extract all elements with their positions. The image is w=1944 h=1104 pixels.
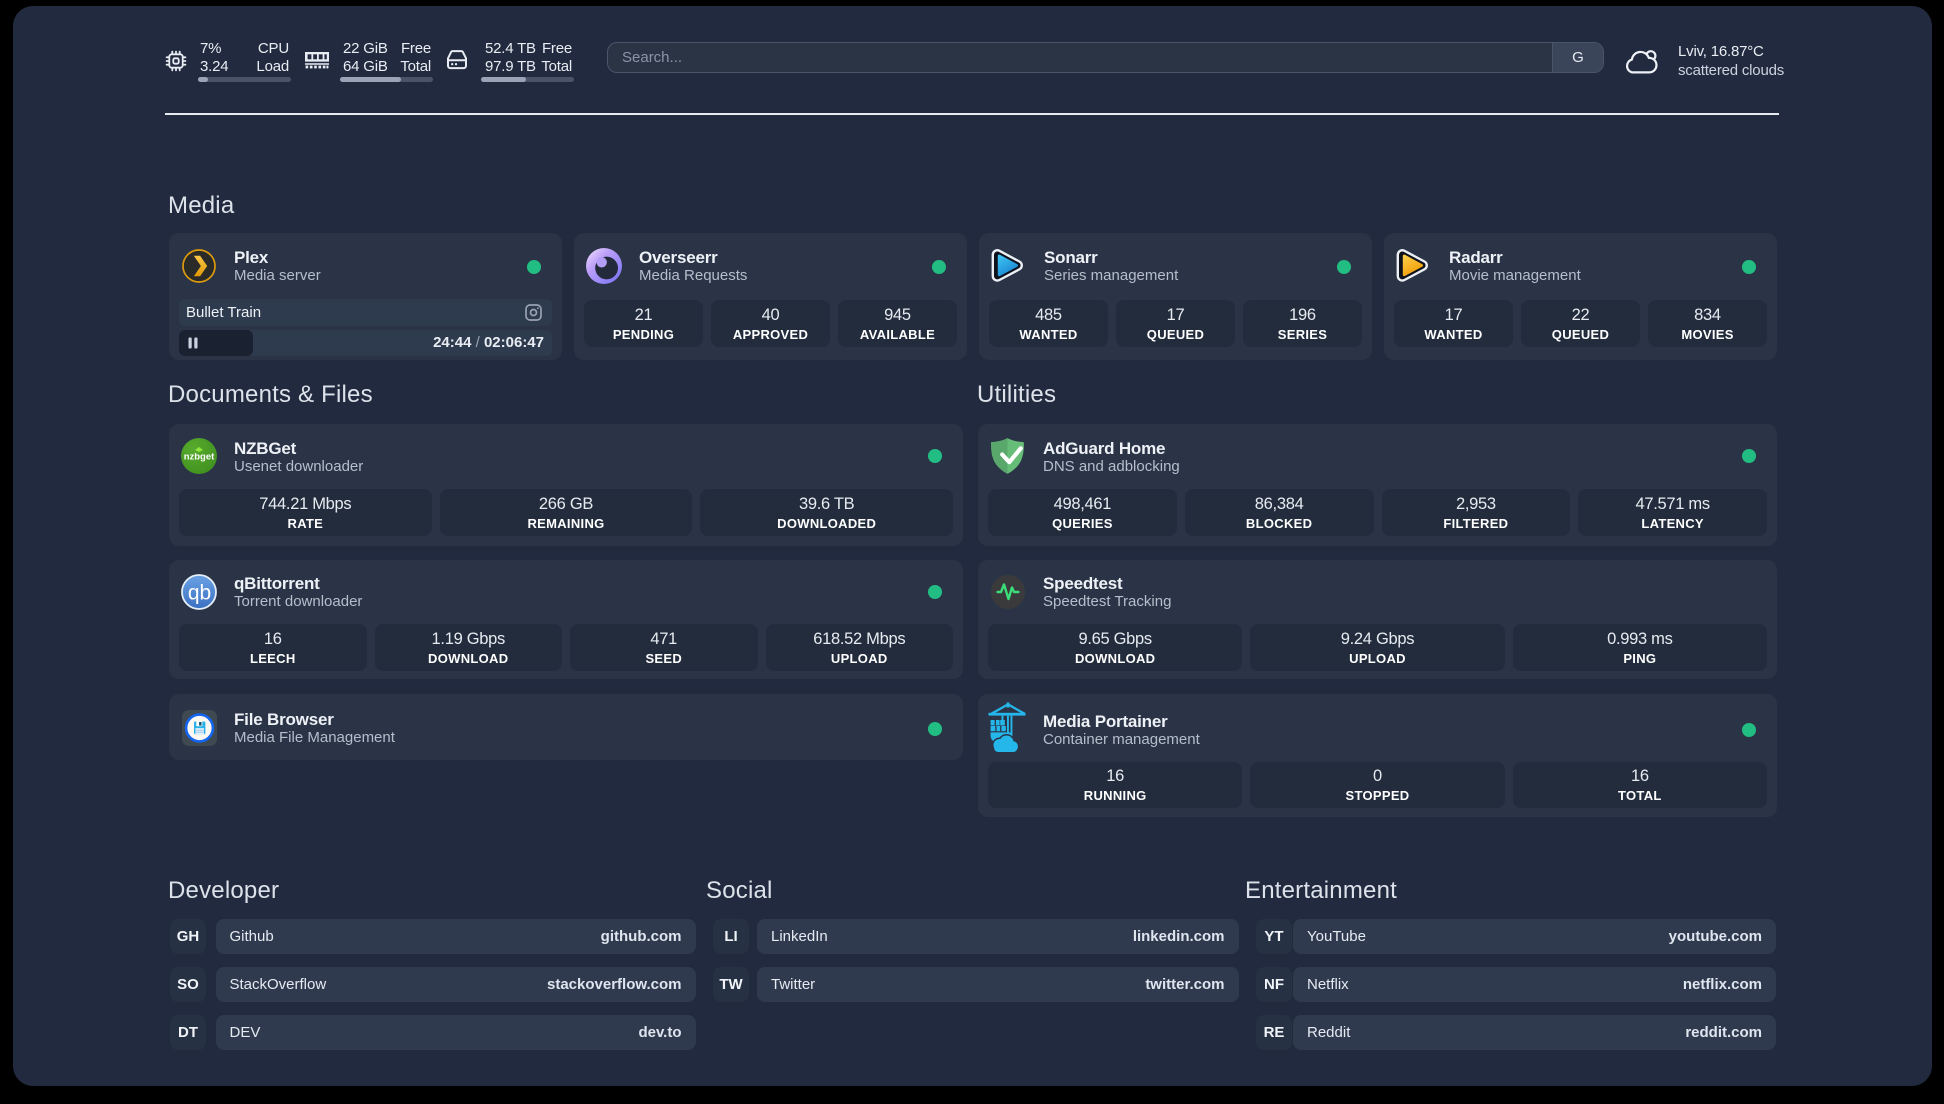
svg-text:qb: qb bbox=[188, 582, 211, 605]
svg-text:nzbget: nzbget bbox=[184, 452, 215, 463]
